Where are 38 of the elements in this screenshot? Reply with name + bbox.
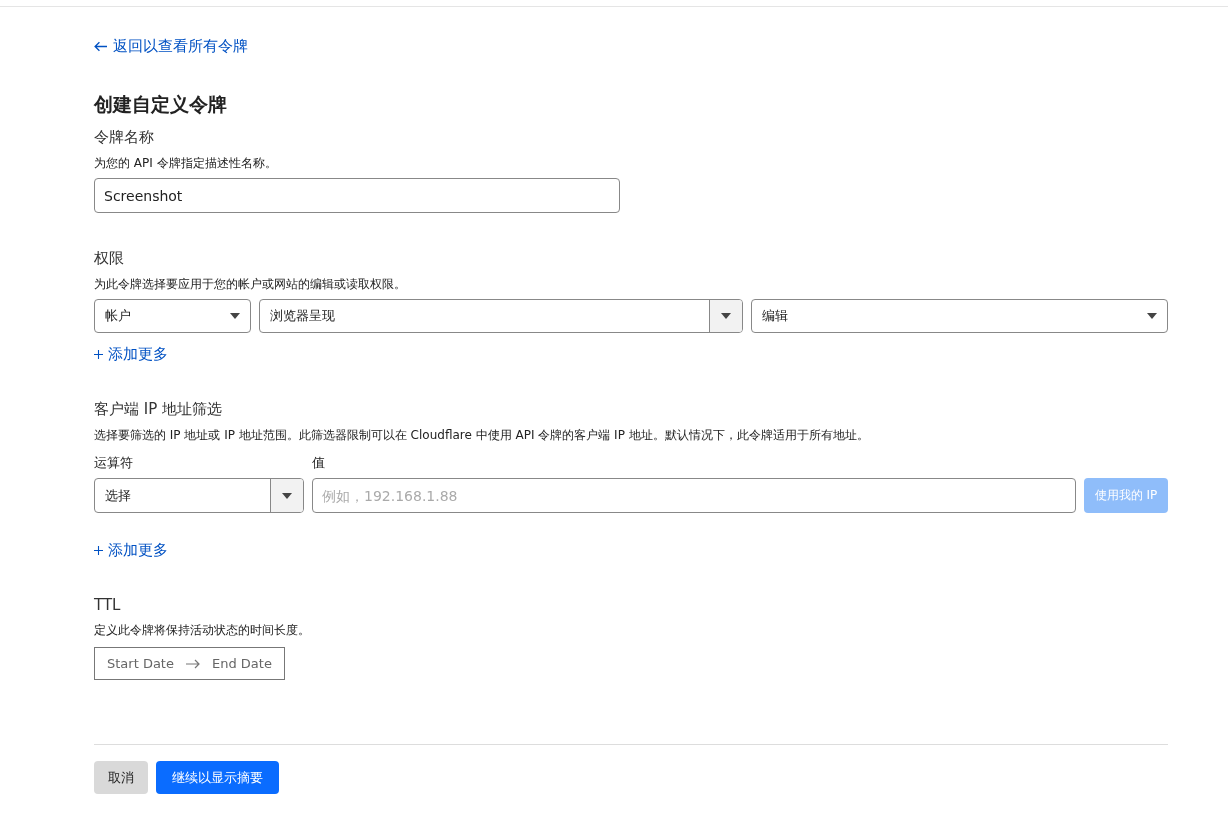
end-date-placeholder[interactable]: End Date xyxy=(211,656,272,671)
field-label: 值 xyxy=(312,454,326,472)
cancel-button[interactable]: 取消 xyxy=(94,761,148,794)
token-name-field[interactable]: Screenshot xyxy=(94,178,620,213)
right-arrow-icon xyxy=(185,658,200,669)
caret-icon xyxy=(721,313,731,319)
dropdown[interactable]: 选择 xyxy=(94,478,304,513)
section-label: TTL xyxy=(94,596,121,614)
start-date-placeholder[interactable]: Start Date xyxy=(107,656,174,671)
field-label: 令牌名称 xyxy=(94,128,154,147)
caret-icon xyxy=(230,313,240,319)
date-range-field[interactable]: Start Date End Date xyxy=(94,647,285,680)
section-description: 定义此令牌将保持活动状态的时间长度。 xyxy=(94,622,310,639)
plus-icon xyxy=(94,350,103,359)
add-more-text[interactable]: 添加更多 xyxy=(108,345,168,364)
dropdown-toggle[interactable] xyxy=(709,300,742,332)
field-label: 运算符 xyxy=(94,454,134,472)
section-label: 客户端 IP 地址筛选 xyxy=(94,400,222,419)
add-more-link[interactable]: 添加更多 xyxy=(94,345,168,364)
add-more-text[interactable]: 添加更多 xyxy=(108,541,168,560)
plus-icon xyxy=(94,546,103,555)
left-arrow-icon xyxy=(94,41,107,52)
page-title: 创建自定义令牌 xyxy=(94,92,227,117)
section-description: 选择要筛选的 IP 地址或 IP 地址范围。此筛选器限制可以在 Cloudflare 中使用 API 令牌的客户端 IP 地址。默认情况下，此令牌适用于所有地址。 xyxy=(94,427,869,444)
dropdown[interactable]: 编辑 xyxy=(751,299,1168,333)
continue-button[interactable]: 继续以显示摘要 xyxy=(156,761,279,794)
caret-icon xyxy=(282,492,292,499)
section-label: 权限 xyxy=(94,249,124,268)
field-description: 为您的 API 令牌指定描述性名称。 xyxy=(94,155,277,172)
dropdown-value: 浏览器呈现 xyxy=(270,307,335,325)
dropdown[interactable]: 浏览器呈现 xyxy=(259,299,743,333)
add-more-link[interactable]: 添加更多 xyxy=(94,541,168,560)
dropdown-value: 选择 xyxy=(105,486,131,505)
caret-icon xyxy=(1147,313,1157,319)
section-description: 为此令牌选择要应用于您的帐户或网站的编辑或读取权限。 xyxy=(94,276,406,293)
ip-value-field[interactable]: 例如，192.168.1.88 xyxy=(312,478,1076,513)
dropdown-toggle[interactable] xyxy=(270,479,303,512)
dropdown[interactable]: 帐户 xyxy=(94,299,251,333)
